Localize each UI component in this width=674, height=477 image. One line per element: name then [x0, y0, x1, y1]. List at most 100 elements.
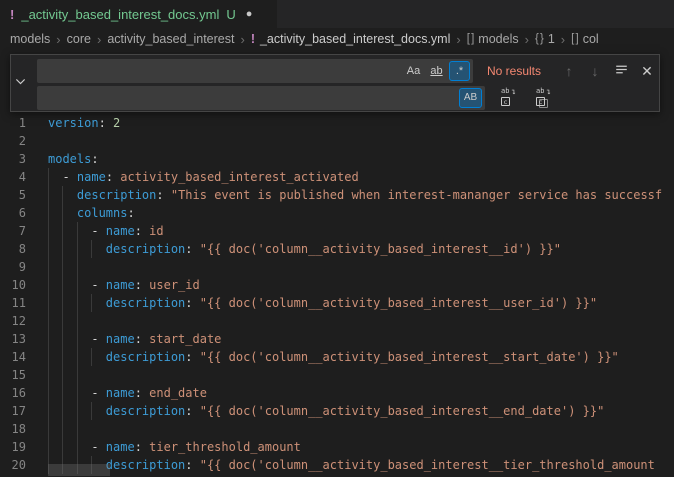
line-number: 6 — [0, 204, 26, 222]
match-case-toggle[interactable]: Aa — [403, 61, 424, 81]
breadcrumb-separator-icon: › — [240, 32, 244, 47]
line-number: 11 — [0, 294, 26, 312]
breadcrumb-item-models[interactable]: [ ] models — [467, 32, 519, 46]
whole-word-toggle[interactable]: ab — [426, 61, 447, 81]
line-number: 16 — [0, 384, 26, 402]
breadcrumb-label: models — [478, 32, 518, 46]
indent-guide — [62, 420, 63, 438]
code-line[interactable]: 2 — [0, 132, 674, 150]
code-line[interactable]: 15 — [0, 366, 674, 384]
code-text: - name: activity_based_interest_activate… — [48, 168, 359, 186]
symbol-object-icon: { } — [535, 33, 543, 45]
yaml-warning-icon: ! — [251, 32, 255, 46]
code-line[interactable]: 4 - name: activity_based_interest_activa… — [0, 168, 674, 186]
code-line[interactable]: 9 — [0, 258, 674, 276]
replace-input[interactable]: - name: $1\n description: "{{ doc('colum… — [37, 86, 485, 110]
line-number: 4 — [0, 168, 26, 186]
breadcrumb-item-activity_based_interest[interactable]: activity_based_interest — [107, 32, 234, 46]
symbol-array-icon: [ ] — [467, 33, 474, 45]
preserve-case-toggle[interactable]: AB — [459, 88, 482, 108]
find-results-status: No results — [487, 59, 541, 83]
arrow-down-icon: ↓ — [592, 63, 599, 79]
breadcrumb-item-core[interactable]: core — [67, 32, 91, 46]
indent-guide — [77, 258, 78, 276]
code-text: columns: — [48, 204, 135, 222]
code-text: description: "{{ doc('column__activity_b… — [48, 294, 597, 312]
code-line[interactable]: 8 description: "{{ doc('column__activity… — [0, 240, 674, 258]
line-number: 15 — [0, 366, 26, 384]
indent-guide — [62, 312, 63, 330]
code-area[interactable]: 1version: 223models:4 - name: activity_b… — [0, 114, 674, 477]
code-line[interactable]: 16 - name: end_date — [0, 384, 674, 402]
code-line[interactable]: 6 columns: — [0, 204, 674, 222]
replace-all-icon: ab ↴ c — [535, 90, 551, 106]
code-text: models: — [48, 150, 99, 168]
code-line[interactable]: 5 description: "This event is published … — [0, 186, 674, 204]
code-text: description: "{{ doc('column__activity_b… — [48, 348, 619, 366]
line-number: 14 — [0, 348, 26, 366]
code-line[interactable]: 18 — [0, 420, 674, 438]
indent-guide — [77, 420, 78, 438]
previous-match-button[interactable]: ↑ — [559, 61, 579, 81]
breadcrumb: models › core › activity_based_interest ›! _ac… — [0, 28, 674, 50]
regex-toggle[interactable]: .* — [449, 61, 470, 81]
breadcrumb-separator-icon: › — [525, 32, 529, 47]
code-line[interactable]: 1version: 2 — [0, 114, 674, 132]
git-untracked-badge: U — [226, 7, 235, 22]
toggle-replace-button[interactable] — [11, 55, 30, 111]
code-text: - name: id — [48, 222, 164, 240]
breadcrumb-label: models — [10, 32, 50, 46]
find-input[interactable]: \s{6}- name: (.*)\n description: "" Aa a… — [37, 59, 473, 83]
code-line[interactable]: 13 - name: start_date — [0, 330, 674, 348]
code-line[interactable]: 7 - name: id — [0, 222, 674, 240]
breadcrumb-item-_activity_based_interest_docs.yml[interactable]: ! _activity_based_interest_docs.yml — [251, 32, 451, 46]
breadcrumb-separator-icon: › — [561, 32, 565, 47]
breadcrumb-item-1[interactable]: { } 1 — [535, 32, 555, 46]
code-text: - name: end_date — [48, 384, 207, 402]
breadcrumb-separator-icon: › — [456, 32, 460, 47]
yaml-warning-icon: ! — [10, 7, 14, 22]
close-icon: ✕ — [641, 63, 653, 80]
indent-guide — [48, 312, 49, 330]
code-text: - name: tier_threshold_amount — [48, 438, 301, 456]
code-line[interactable]: 11 description: "{{ doc('column__activit… — [0, 294, 674, 312]
breadcrumb-item-models[interactable]: models — [10, 32, 50, 46]
breadcrumb-label: activity_based_interest — [107, 32, 234, 46]
line-number: 8 — [0, 240, 26, 258]
breadcrumb-label: 1 — [548, 32, 555, 46]
code-line[interactable]: 10 - name: user_id — [0, 276, 674, 294]
code-line[interactable]: 19 - name: tier_threshold_amount — [0, 438, 674, 456]
breadcrumb-label: _activity_based_interest_docs.yml — [260, 32, 450, 46]
next-match-button[interactable]: ↓ — [585, 61, 605, 81]
indent-guide — [62, 258, 63, 276]
code-line[interactable]: 12 — [0, 312, 674, 330]
line-number: 18 — [0, 420, 26, 438]
horizontal-scrollbar-thumb[interactable] — [48, 464, 110, 476]
line-number: 19 — [0, 438, 26, 456]
tab-bar: ! _activity_based_interest_docs.yml U ● — [0, 0, 674, 28]
tab-active-file[interactable]: ! _activity_based_interest_docs.yml U ● — [0, 0, 277, 28]
close-find-button[interactable]: ✕ — [637, 61, 657, 81]
code-line[interactable]: 14 description: "{{ doc('column__activit… — [0, 348, 674, 366]
code-text: - name: start_date — [48, 330, 221, 348]
find-replace-widget: \s{6}- name: (.*)\n description: "" Aa a… — [10, 54, 660, 112]
replace-icon: ab ↴ c — [500, 90, 516, 106]
replace-all-button[interactable]: ab ↴ c — [533, 88, 553, 108]
chevron-down-icon — [15, 74, 26, 92]
code-line[interactable]: 3models: — [0, 150, 674, 168]
breadcrumb-item-col[interactable]: [ ]col — [571, 32, 599, 46]
line-number: 20 — [0, 456, 26, 474]
indent-guide — [48, 420, 49, 438]
find-in-selection-button[interactable] — [611, 61, 631, 81]
code-text: version: 2 — [48, 114, 120, 132]
unsaved-dot-icon[interactable]: ● — [246, 8, 253, 20]
indent-guide — [48, 366, 49, 384]
code-line[interactable]: 17 description: "{{ doc('column__activit… — [0, 402, 674, 420]
line-number: 13 — [0, 330, 26, 348]
indent-guide — [77, 312, 78, 330]
line-number: 2 — [0, 132, 26, 150]
replace-button[interactable]: ab ↴ c — [498, 88, 518, 108]
breadcrumb-separator-icon: › — [56, 32, 60, 47]
code-text: - name: user_id — [48, 276, 200, 294]
line-number: 17 — [0, 402, 26, 420]
